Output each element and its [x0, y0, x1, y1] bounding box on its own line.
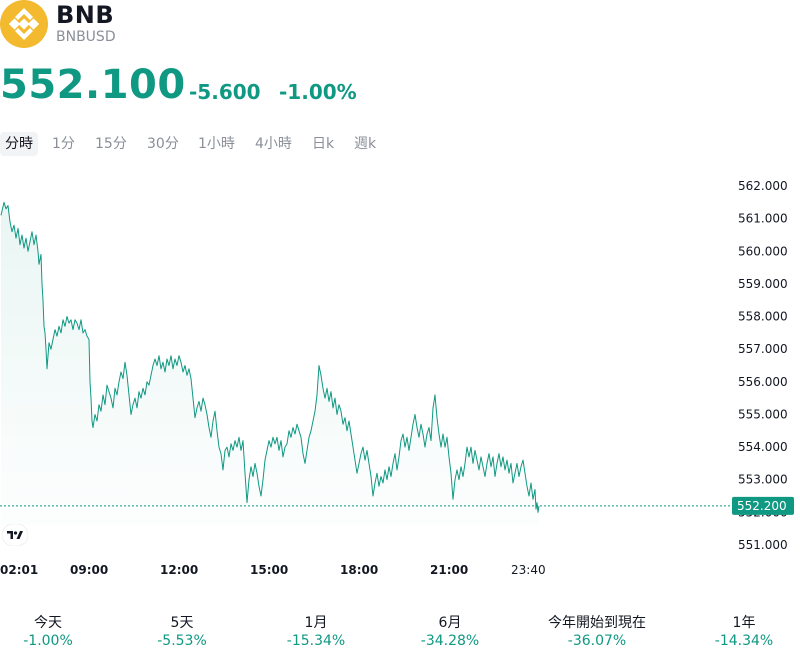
perf-today[interactable]: 今天 -1.00% — [18, 612, 78, 649]
perf-label: 1月 — [304, 615, 328, 631]
y-tick-label: 559.000 — [738, 277, 788, 291]
perf-label: 今年開始到現在 — [548, 615, 646, 631]
y-tick-label: 553.000 — [738, 473, 788, 487]
perf-6month[interactable]: 6月 -34.28% — [414, 612, 486, 649]
perf-value: -14.34% — [714, 633, 774, 649]
y-tick-label: 557.000 — [738, 342, 788, 356]
tab-15min[interactable]: 15分 — [90, 132, 132, 156]
perf-value: -34.28% — [420, 633, 480, 649]
last-price-badge-label: 552.200 — [737, 499, 787, 513]
perf-1year[interactable]: 1年 -14.34% — [708, 612, 780, 649]
price-chart[interactable]: 562.000 561.000 560.000 559.000 558.000 557.0… — [0, 165, 800, 585]
y-tick-label: 551.000 — [738, 538, 788, 552]
symbol-header: BNB BNBUSD — [0, 0, 400, 50]
perf-label: 1年 — [732, 615, 756, 631]
y-tick-label: 555.000 — [738, 407, 788, 421]
performance-summary: 今天 -1.00% 5天 -5.53% 1月 -15.34% 6月 -34.28… — [0, 604, 800, 660]
y-tick-label: 560.000 — [738, 244, 788, 258]
perf-value: -1.00% — [23, 633, 73, 649]
tab-4hour[interactable]: 4小時 — [250, 132, 297, 156]
perf-label: 今天 — [34, 615, 62, 631]
last-price: 552.100 — [0, 62, 186, 108]
perf-5day[interactable]: 5天 -5.53% — [148, 612, 216, 649]
quote-row: 552.100 -5.600 -1.00% — [0, 62, 500, 112]
perf-1month[interactable]: 1月 -15.34% — [280, 612, 352, 649]
tradingview-logo-icon[interactable] — [2, 524, 28, 546]
perf-value: -5.53% — [157, 633, 207, 649]
tab-weekly[interactable]: 週k — [349, 132, 381, 156]
tab-1min[interactable]: 1分 — [47, 132, 80, 156]
x-tick-label: 12:00 — [160, 563, 198, 577]
perf-label: 6月 — [438, 615, 462, 631]
ticker-code: BNBUSD — [56, 29, 116, 45]
perf-value: -36.07% — [567, 633, 627, 649]
symbol-name: BNB — [56, 1, 115, 29]
x-tick-label: 15:00 — [250, 563, 288, 577]
tab-1hour[interactable]: 1小時 — [193, 132, 240, 156]
price-change: -5.600 — [189, 80, 261, 104]
tab-30min[interactable]: 30分 — [142, 132, 184, 156]
perf-value: -15.34% — [286, 633, 346, 649]
y-tick-label: 562.000 — [738, 179, 788, 193]
x-tick-label: 21:00 — [430, 563, 468, 577]
tab-daily[interactable]: 日k — [307, 132, 339, 156]
y-tick-label: 556.000 — [738, 375, 788, 389]
tab-intraday[interactable]: 分時 — [0, 132, 38, 156]
binance-coin-icon — [0, 0, 48, 48]
perf-ytd[interactable]: 今年開始到現在 -36.07% — [540, 612, 654, 649]
x-tick-label: 02:01 — [0, 563, 38, 577]
perf-label: 5天 — [170, 615, 194, 631]
y-tick-label: 554.000 — [738, 440, 788, 454]
price-change-percent: -1.00% — [279, 80, 357, 104]
x-tick-label: 18:00 — [340, 563, 378, 577]
y-tick-label: 558.000 — [738, 310, 788, 324]
x-tick-label: 23:40 — [511, 563, 546, 577]
y-tick-label: 561.000 — [738, 212, 788, 226]
x-tick-label: 09:00 — [70, 563, 108, 577]
